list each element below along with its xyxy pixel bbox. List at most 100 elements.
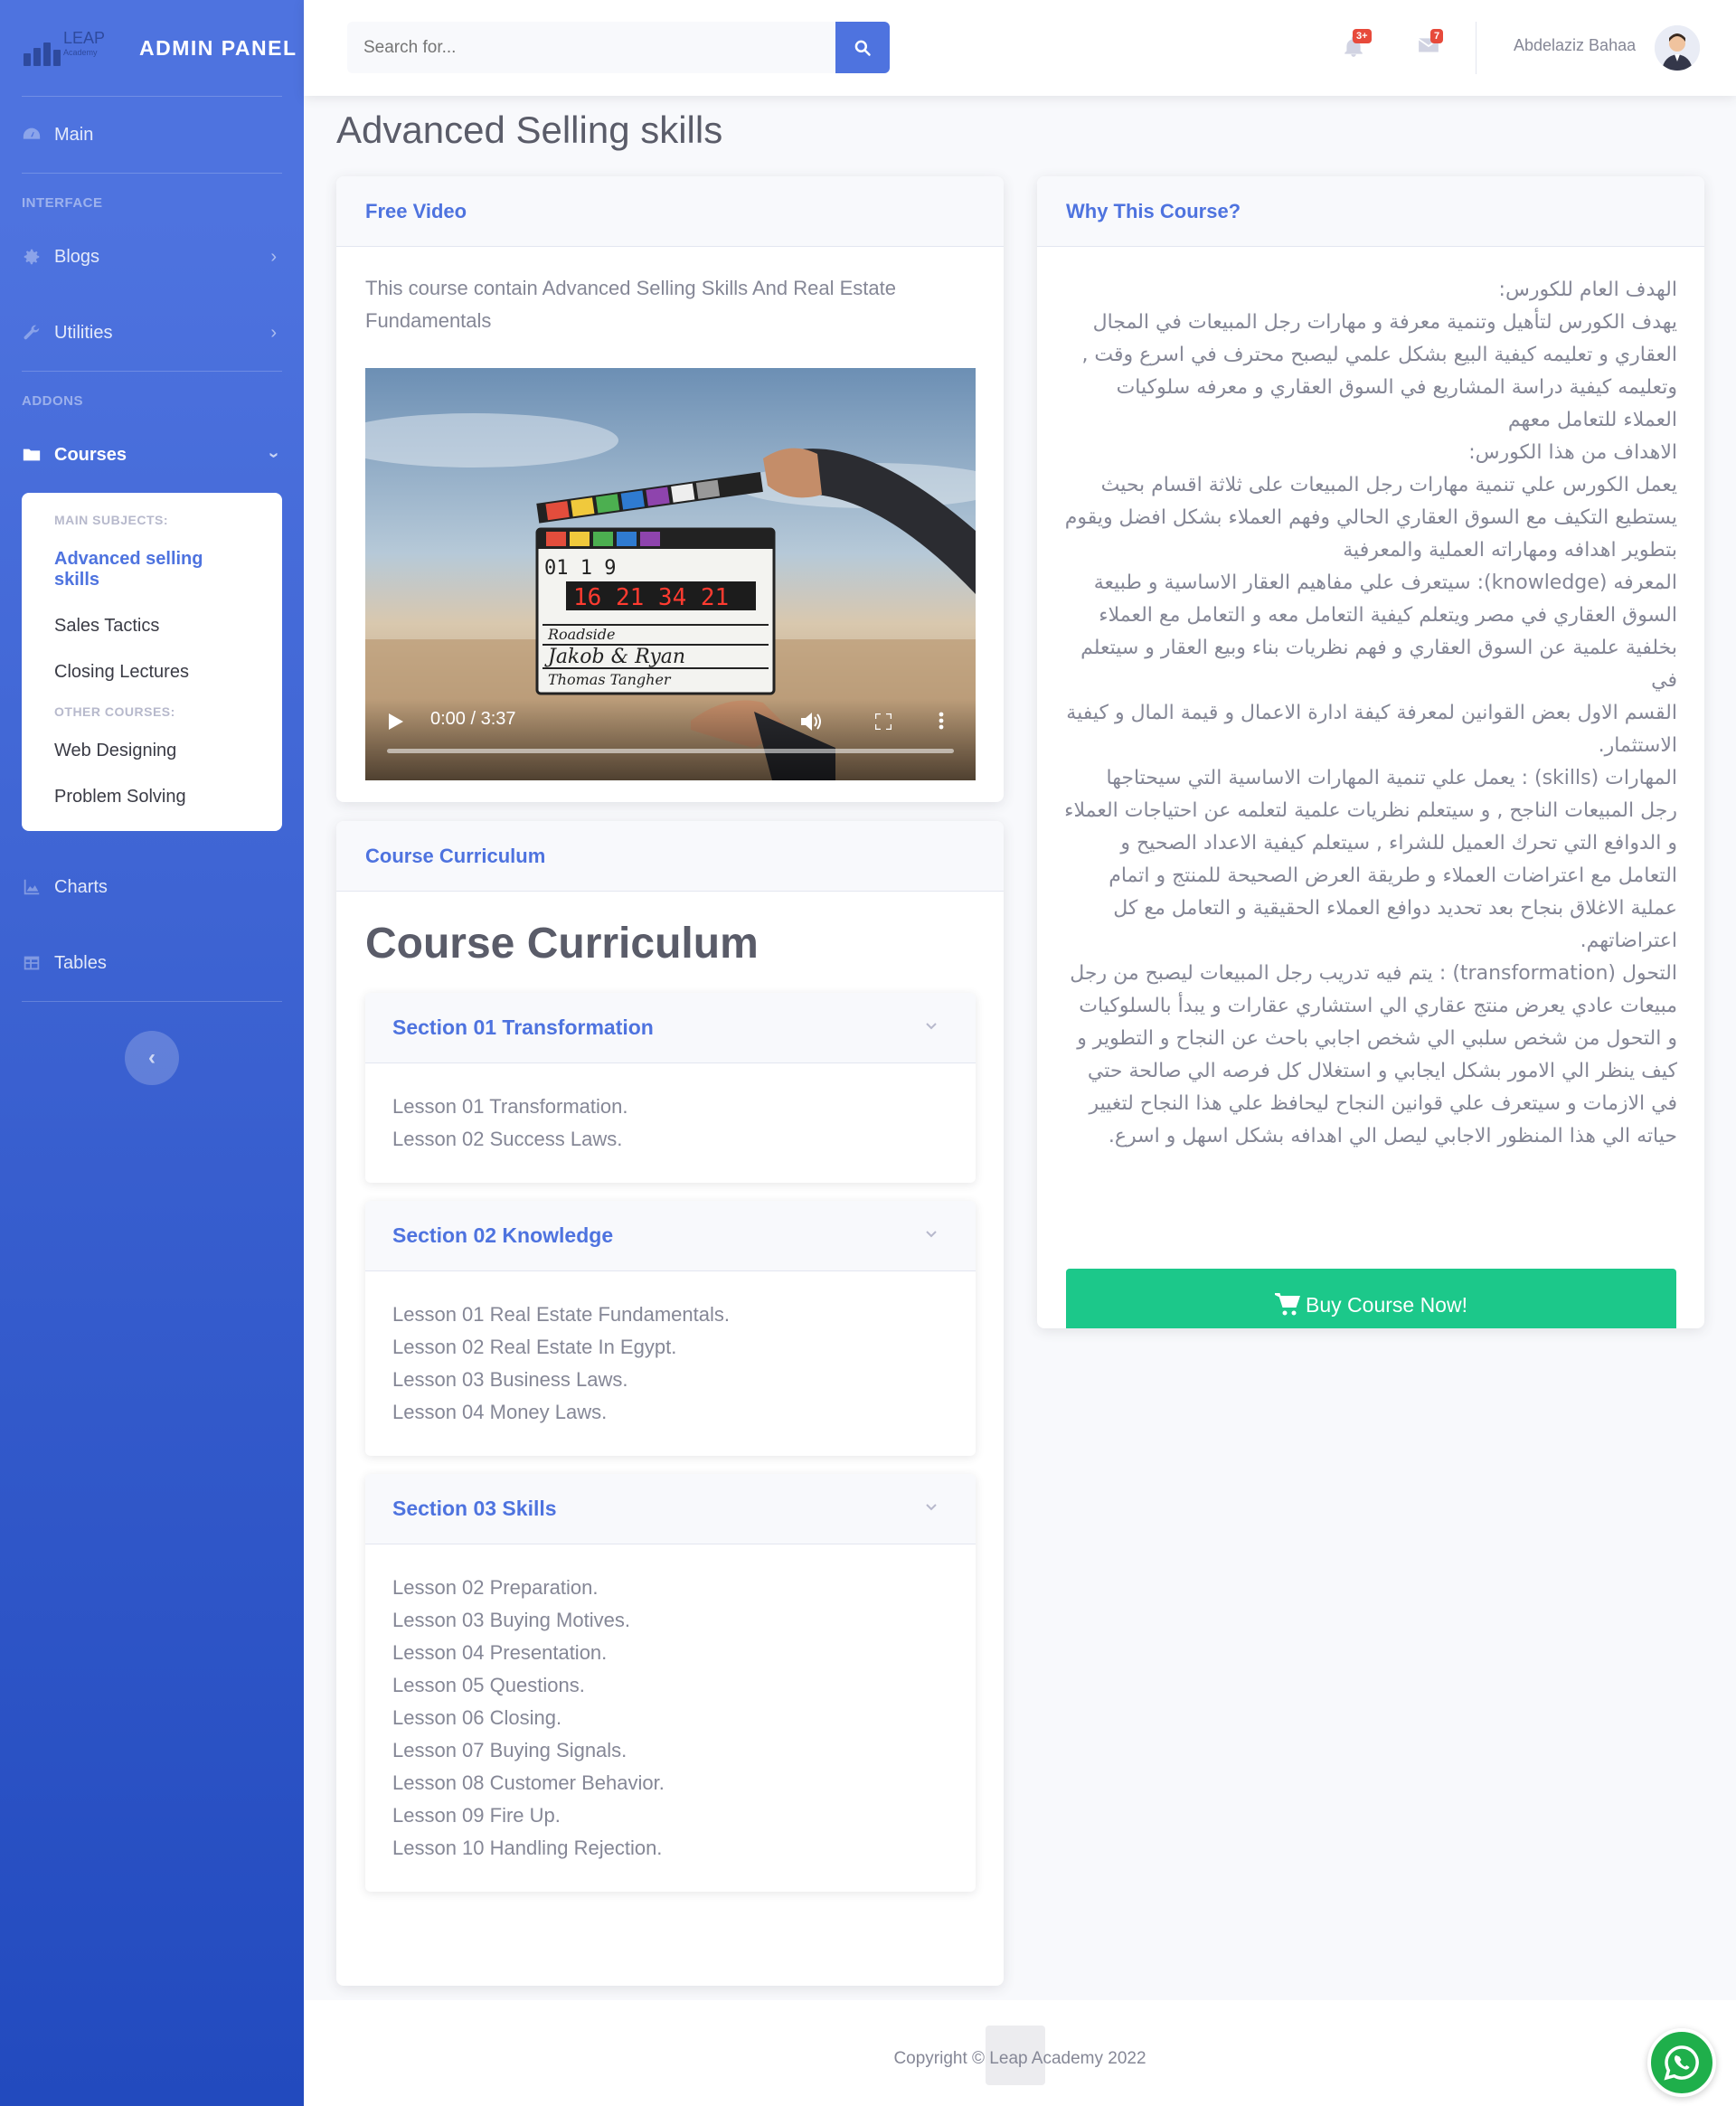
- chart-area-icon: [24, 879, 40, 895]
- lesson-item[interactable]: Lesson 04 Presentation.: [392, 1637, 948, 1669]
- buy-course-button[interactable]: Buy Course Now!: [1066, 1269, 1676, 1328]
- sidebar-toggle-button[interactable]: ‹: [125, 1031, 179, 1085]
- section-02-header[interactable]: Section 02 Knowledge: [365, 1201, 976, 1271]
- messages-count-badge: 7: [1430, 29, 1444, 43]
- sidebar-item-courses[interactable]: Courses ›: [0, 417, 304, 493]
- fullscreen-icon[interactable]: [875, 713, 892, 730]
- section-title: Section 01 Transformation: [392, 1015, 654, 1039]
- free-video-card: Free Video This course contain Advanced …: [336, 176, 1004, 802]
- sidebar-divider: [22, 371, 282, 372]
- clapper-line1: Roadside: [547, 626, 616, 643]
- sidebar-item-utilities[interactable]: Utilities ›: [0, 295, 304, 371]
- lesson-item[interactable]: Lesson 06 Closing.: [392, 1702, 948, 1734]
- section-02-lessons: Lesson 01 Real Estate Fundamentals. Less…: [365, 1271, 976, 1456]
- clapper-row1: 01 1 9: [544, 557, 616, 580]
- submenu-item-sales-tactics[interactable]: Sales Tactics: [22, 603, 282, 649]
- why-paragraph: الهدف العام للكورس:: [1498, 279, 1677, 301]
- search-form: [347, 22, 890, 73]
- alerts-button[interactable]: 3+: [1342, 29, 1372, 61]
- sidebar-item-charts[interactable]: Charts: [0, 849, 304, 925]
- chevron-down-icon: [926, 1504, 937, 1511]
- topbar-divider: [1476, 22, 1477, 74]
- clapper-line3: Thomas Tangher: [548, 671, 672, 688]
- dashboard-icon: [23, 127, 41, 139]
- chevron-down-icon: [926, 1023, 937, 1030]
- more-options-icon[interactable]: [939, 712, 944, 730]
- why-this-course-card: Why This Course? الهدف العام للكورس: يهد…: [1037, 176, 1704, 1328]
- video-progress-bar[interactable]: [387, 749, 954, 753]
- sidebar-brand[interactable]: LEAP Academy ADMIN PANEL: [0, 0, 304, 96]
- lesson-item[interactable]: Lesson 02 Preparation.: [392, 1572, 948, 1604]
- clapper-line2: Jakob & Ryan: [544, 646, 685, 668]
- submenu-item-problem-solving[interactable]: Problem Solving: [22, 774, 282, 820]
- why-paragraph: المعرفه (knowledge): سيتعرف علي مفاهيم ا…: [1080, 571, 1677, 692]
- why-paragraph: يهدف الكورس لتأهيل وتنمية معرفة و مهارات…: [1081, 311, 1677, 431]
- play-icon[interactable]: [389, 713, 403, 730]
- why-course-text: الهدف العام للكورس: يهدف الكورس لتأهيل و…: [1037, 247, 1704, 1153]
- lesson-item[interactable]: Lesson 01 Real Estate Fundamentals.: [392, 1299, 948, 1331]
- lesson-item[interactable]: Lesson 02 Real Estate In Egypt.: [392, 1331, 948, 1364]
- submenu-item-advanced-selling-skills[interactable]: Advanced selling skills: [22, 536, 282, 603]
- messages-button[interactable]: 7: [1416, 29, 1444, 61]
- footer-copyright: Copyright © Leap Academy 2022: [893, 2049, 1146, 2068]
- why-paragraph: التحول (transformation) : يتم فيه تدريب …: [1070, 962, 1677, 1147]
- course-curriculum-card: Course Curriculum Course Curriculum Sect…: [336, 821, 1004, 1986]
- section-03-header[interactable]: Section 03 Skills: [365, 1474, 976, 1544]
- sidebar-item-label: Main: [54, 124, 94, 145]
- sidebar-item-tables[interactable]: Tables: [0, 925, 304, 1001]
- chevron-right-icon: ›: [270, 246, 277, 267]
- why-paragraph: يعمل الكورس علي تنمية مهارات رجل المبيعا…: [1064, 474, 1677, 562]
- section-01-header[interactable]: Section 01 Transformation: [365, 993, 976, 1063]
- video-time: 0:00 / 3:37: [430, 709, 516, 729]
- leap-academy-logo: LEAP Academy: [24, 30, 107, 66]
- sidebar-item-label: Charts: [54, 876, 108, 897]
- user-name[interactable]: Abdelaziz Bahaa: [1514, 36, 1636, 55]
- chevron-right-icon: ›: [270, 322, 277, 343]
- sidebar-heading-interface: INTERFACE: [22, 194, 103, 211]
- user-avatar-icon: [1655, 25, 1700, 71]
- lesson-item[interactable]: Lesson 10 Handling Rejection.: [392, 1832, 948, 1865]
- lesson-item[interactable]: Lesson 03 Buying Motives.: [392, 1604, 948, 1637]
- lesson-item[interactable]: Lesson 01 Transformation.: [392, 1091, 948, 1123]
- video-controls: 0:00 / 3:37: [365, 699, 976, 780]
- lesson-item[interactable]: Lesson 04 Money Laws.: [392, 1396, 948, 1429]
- video-description: This course contain Advanced Selling Ski…: [365, 277, 896, 332]
- buy-course-label: Buy Course Now!: [1306, 1292, 1467, 1317]
- search-input[interactable]: [347, 22, 835, 73]
- sidebar-item-label: Utilities: [54, 322, 113, 343]
- shopping-cart-icon: [1275, 1293, 1301, 1316]
- lesson-item[interactable]: Lesson 02 Success Laws.: [392, 1123, 948, 1156]
- sidebar-divider: [22, 1001, 282, 1002]
- avatar[interactable]: [1655, 25, 1700, 71]
- free-video-card-header: Free Video: [336, 176, 1004, 247]
- lesson-item[interactable]: Lesson 09 Fire Up.: [392, 1799, 948, 1832]
- video-player[interactable]: 01 1 9 16 21 34 21 Roadside Jakob & Ryan…: [365, 368, 976, 780]
- why-card-header: Why This Course?: [1037, 176, 1704, 247]
- lesson-item[interactable]: Lesson 03 Business Laws.: [392, 1364, 948, 1396]
- why-paragraph: المهارات (skills) : يعمل علي تنمية المها…: [1064, 767, 1677, 952]
- folder-icon: [23, 449, 41, 461]
- courses-submenu: MAIN SUBJECTS: Advanced selling skills S…: [22, 493, 282, 831]
- sidebar-item-main[interactable]: Main: [0, 97, 304, 173]
- whatsapp-button[interactable]: [1647, 2028, 1716, 2097]
- gear-icon: [24, 249, 40, 265]
- submenu-item-closing-lectures[interactable]: Closing Lectures: [22, 649, 282, 695]
- submenu-item-web-designing[interactable]: Web Designing: [22, 728, 282, 774]
- volume-icon[interactable]: [801, 712, 823, 732]
- accordion-section-03: Section 03 Skills Lesson 02 Preparation.…: [365, 1474, 976, 1892]
- section-title: Section 03 Skills: [392, 1497, 557, 1520]
- sidebar-item-label: Tables: [54, 952, 107, 973]
- lesson-item[interactable]: Lesson 05 Questions.: [392, 1669, 948, 1702]
- search-button[interactable]: [835, 22, 890, 73]
- sidebar-heading-addons: ADDONS: [22, 392, 84, 409]
- lesson-item[interactable]: Lesson 07 Buying Signals.: [392, 1734, 948, 1767]
- sidebar-divider: [22, 173, 282, 174]
- chevron-down-icon: [926, 1231, 937, 1238]
- sidebar-item-blogs[interactable]: Blogs ›: [0, 219, 304, 295]
- sidebar-item-label: Courses: [54, 444, 127, 465]
- logo-subtext: Academy: [63, 48, 98, 57]
- section-01-lessons: Lesson 01 Transformation. Lesson 02 Succ…: [365, 1063, 976, 1183]
- whatsapp-icon: [1664, 2045, 1699, 2081]
- table-icon: [24, 956, 40, 970]
- lesson-item[interactable]: Lesson 08 Customer Behavior.: [392, 1767, 948, 1799]
